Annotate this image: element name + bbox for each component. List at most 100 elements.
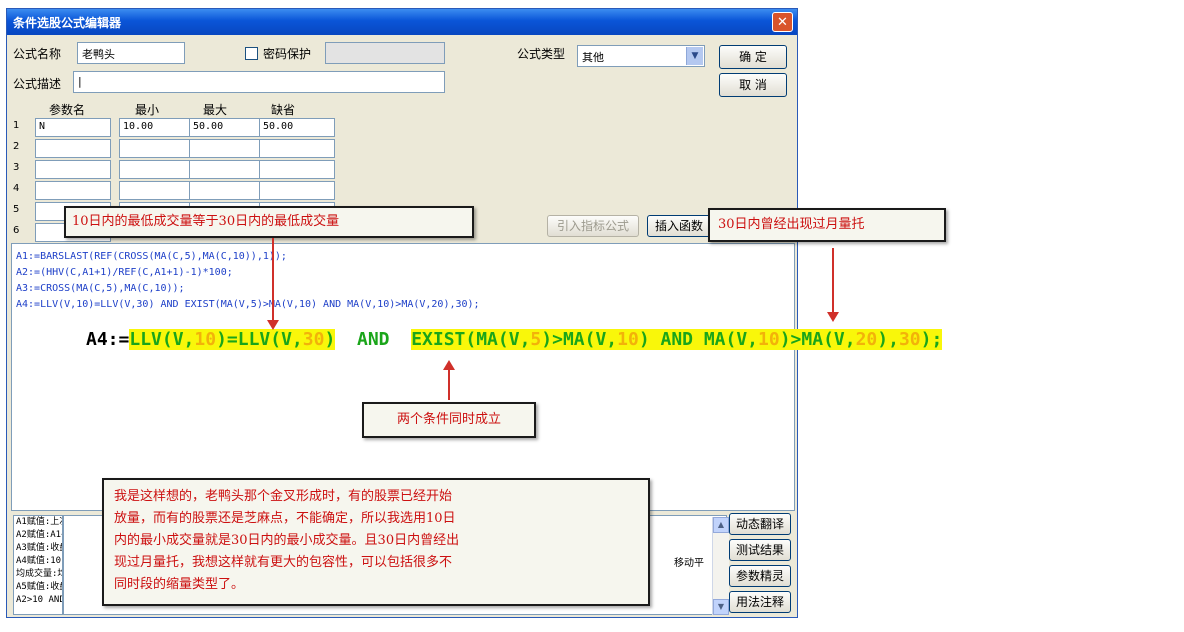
param-cell[interactable] bbox=[119, 139, 195, 158]
formula-part: LLV(V, bbox=[129, 329, 195, 350]
formula-part: EXIST(MA(V, bbox=[411, 329, 531, 350]
explanation-line: 现过月量托，我想这样就有更大的包容性，可以包括很多不 bbox=[114, 555, 453, 570]
code-line: A4:=LLV(V,10)=LLV(V,30) AND EXIST(MA(V,5… bbox=[16, 299, 480, 310]
param-header-max: 最大 bbox=[202, 103, 227, 117]
scroll-down-icon[interactable]: ▼ bbox=[713, 599, 729, 615]
formula-desc-label: 公式描述 bbox=[13, 77, 62, 91]
formula-part: ) bbox=[324, 329, 336, 350]
param-row-number: 5 bbox=[13, 204, 20, 215]
page-background-right bbox=[800, 0, 1184, 632]
param-row-number: 1 bbox=[13, 120, 20, 131]
explanation-line: 放量，而有的股票还是芝麻点，不能确定，所以我选用10日 bbox=[114, 511, 456, 526]
param-cell[interactable] bbox=[35, 160, 111, 179]
param-cell[interactable] bbox=[119, 160, 195, 179]
param-header-min: 最小 bbox=[134, 103, 159, 117]
formula-part: ); bbox=[920, 329, 943, 350]
param-header-name: 参数名 bbox=[48, 103, 85, 117]
param-cell[interactable] bbox=[189, 139, 265, 158]
code-line: A1:=BARSLAST(REF(CROSS(MA(C,5),MA(C,10))… bbox=[16, 251, 287, 262]
param-row-number: 6 bbox=[13, 225, 20, 236]
explanation-line: 同时段的缩量类型了。 bbox=[114, 577, 245, 592]
cancel-button[interactable]: 取 消 bbox=[719, 73, 787, 97]
callout-volume-support: 30日内曾经出现过月量托 bbox=[708, 208, 946, 242]
param-cell[interactable] bbox=[189, 181, 265, 200]
param-cell[interactable] bbox=[259, 160, 335, 179]
formula-and-keyword: AND bbox=[357, 329, 390, 350]
formula-type-value: 其他 bbox=[582, 51, 604, 64]
param-row-number: 2 bbox=[13, 141, 20, 152]
param-cell[interactable] bbox=[119, 181, 195, 200]
list-item[interactable]: A2>10 AND A2 bbox=[14, 594, 62, 607]
scroll-up-icon[interactable]: ▲ bbox=[713, 517, 729, 533]
formula-part: )=LLV(V, bbox=[216, 329, 303, 350]
arrow-up-1 bbox=[448, 368, 450, 400]
formula-prefix: A4:= bbox=[86, 329, 130, 350]
param-row-number: 4 bbox=[13, 183, 20, 194]
formula-part: ) AND MA(V, bbox=[638, 329, 759, 350]
list-item[interactable]: A4赋值:10日内 bbox=[14, 555, 62, 568]
dynamic-translate-button[interactable]: 动态翻译 bbox=[729, 513, 791, 535]
param-cell[interactable]: 10.00 bbox=[119, 118, 195, 137]
formula-number: 10 bbox=[617, 329, 639, 350]
arrow-down-1 bbox=[272, 238, 274, 324]
explanation-line: 我是这样想的，老鸭头那个金叉形成时，有的股票已经开始 bbox=[114, 489, 453, 504]
formula-number: 20 bbox=[855, 329, 878, 350]
formula-number: 30 bbox=[302, 329, 325, 350]
param-wizard-button[interactable]: 参数精灵 bbox=[729, 565, 791, 587]
formula-name-label: 公式名称 bbox=[13, 47, 62, 61]
test-result-button[interactable]: 测试结果 bbox=[729, 539, 791, 561]
close-button[interactable]: ✕ bbox=[772, 12, 793, 32]
param-cell[interactable] bbox=[189, 160, 265, 179]
formula-number: 30 bbox=[898, 329, 921, 350]
partial-text: 移动平 bbox=[674, 558, 704, 569]
variable-list[interactable]: A1赋值:上次均 A2赋值:A1+1 A3赋值:收盘价 A4赋值:10日内 均成… bbox=[13, 515, 63, 615]
password-input[interactable] bbox=[325, 42, 445, 64]
formula-type-label: 公式类型 bbox=[517, 47, 566, 61]
callout-low-volume: 10日内的最低成交量等于30日内的最低成交量 bbox=[64, 206, 474, 238]
list-item[interactable]: A3赋值:收盘价 bbox=[14, 542, 62, 555]
code-line: A2:=(HHV(C,A1+1)/REF(C,A1+1)-1)*100; bbox=[16, 267, 233, 278]
arrow-head-down-2 bbox=[827, 312, 839, 322]
formula-type-select[interactable]: 其他 ▼ bbox=[577, 45, 705, 67]
param-header-default: 缺省 bbox=[270, 103, 295, 117]
arrow-head-up-1 bbox=[443, 360, 455, 370]
param-cell[interactable] bbox=[259, 181, 335, 200]
ok-button[interactable]: 确 定 bbox=[719, 45, 787, 69]
list-item[interactable]: A2赋值:A1+1 bbox=[14, 529, 62, 542]
param-cell[interactable]: 50.00 bbox=[189, 118, 265, 137]
param-cell[interactable] bbox=[35, 181, 111, 200]
formula-desc-input[interactable]: | bbox=[73, 71, 445, 93]
formula-number: 5 bbox=[530, 329, 542, 350]
code-line: A3:=CROSS(MA(C,5),MA(C,10)); bbox=[16, 283, 185, 294]
window-title: 条件选股公式编辑器 bbox=[13, 16, 122, 30]
password-label: 密码保护 bbox=[263, 47, 312, 61]
formula-part: )>MA(V, bbox=[779, 329, 856, 350]
highlighted-formula: A4:=LLV(V,10)=LLV(V,30) AND EXIST(MA(V,5… bbox=[86, 328, 943, 352]
formula-number: 10 bbox=[194, 329, 217, 350]
param-cell[interactable]: 50.00 bbox=[259, 118, 335, 137]
formula-name-input[interactable]: 老鸭头 bbox=[77, 42, 185, 64]
param-row-number: 3 bbox=[13, 162, 20, 173]
arrow-head-down-1 bbox=[267, 320, 279, 330]
formula-number: 10 bbox=[758, 329, 780, 350]
callout-both-conditions: 两个条件同时成立 bbox=[362, 402, 536, 438]
vertical-scrollbar[interactable]: ▲ ▼ bbox=[712, 517, 729, 615]
usage-notes-button[interactable]: 用法注释 bbox=[729, 591, 791, 613]
title-bar: 条件选股公式编辑器 ✕ bbox=[7, 9, 797, 35]
callout-explanation: 我是这样想的，老鸭头那个金叉形成时，有的股票已经开始 放量，而有的股票还是芝麻点… bbox=[102, 478, 650, 606]
list-item[interactable]: A1赋值:上次均 bbox=[14, 516, 62, 529]
param-cell[interactable] bbox=[259, 139, 335, 158]
formula-part: )>MA(V, bbox=[541, 329, 618, 350]
param-cell[interactable]: N bbox=[35, 118, 111, 137]
insert-function-button[interactable]: 插入函数 bbox=[647, 215, 711, 237]
arrow-down-2 bbox=[832, 248, 834, 316]
explanation-line: 内的最小成交量就是30日内的最小成交量。且30日内曾经出 bbox=[114, 533, 460, 548]
import-indicator-button[interactable]: 引入指标公式 bbox=[547, 215, 639, 237]
param-cell[interactable] bbox=[35, 139, 111, 158]
password-checkbox[interactable] bbox=[245, 47, 258, 60]
formula-part: ), bbox=[877, 329, 899, 350]
list-item[interactable]: A5赋值:收盘价 bbox=[14, 581, 62, 594]
chevron-down-icon[interactable]: ▼ bbox=[686, 47, 703, 65]
list-item[interactable]: 均成交量:均 bbox=[14, 568, 62, 581]
code-editor[interactable]: A1:=BARSLAST(REF(CROSS(MA(C,5),MA(C,10))… bbox=[11, 243, 795, 511]
